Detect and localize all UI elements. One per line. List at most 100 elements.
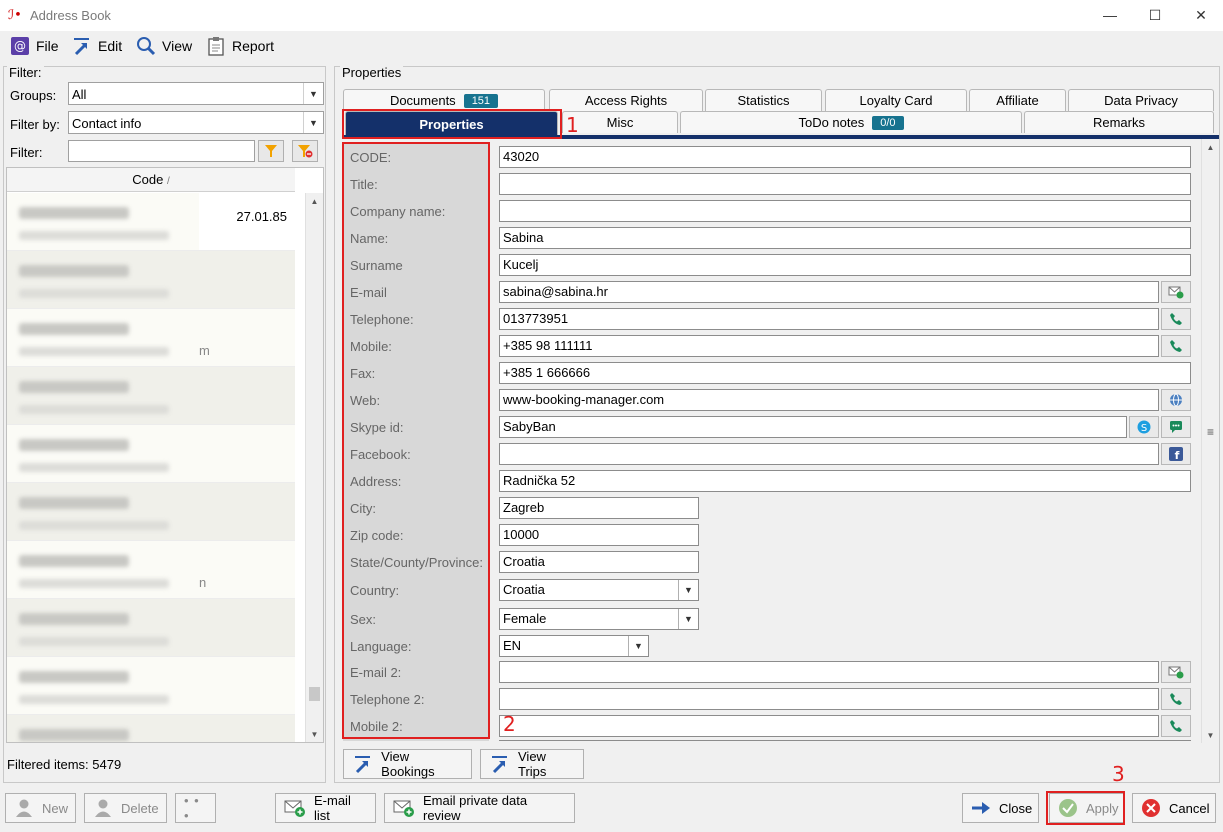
- phone-button[interactable]: [1161, 688, 1191, 710]
- email-add-button[interactable]: [1161, 281, 1191, 303]
- contacts-list[interactable]: Code / 27.01.85 m n ▲ ▼: [6, 167, 324, 743]
- web-field[interactable]: www-booking-manager.com: [499, 389, 1159, 411]
- surname-field[interactable]: Kucelj: [499, 254, 1191, 276]
- blurred-name: [19, 207, 129, 219]
- chevron-down-icon[interactable]: ▼: [628, 636, 648, 656]
- phone-icon: [1169, 692, 1183, 706]
- telephone-field[interactable]: 013773951: [499, 308, 1159, 330]
- scroll-thumb[interactable]: [309, 687, 320, 701]
- title-field[interactable]: [499, 173, 1191, 195]
- view-trips-button[interactable]: View Trips: [480, 749, 584, 779]
- facebook-field[interactable]: [499, 443, 1159, 465]
- menu-report[interactable]: Report: [206, 35, 274, 57]
- list-item[interactable]: [7, 251, 295, 309]
- scroll-up-icon[interactable]: ▲: [1202, 139, 1219, 155]
- list-scrollbar[interactable]: ▲ ▼: [305, 193, 323, 742]
- email-list-button[interactable]: E-mail list: [275, 793, 376, 823]
- fax-field[interactable]: +385 1 666666: [499, 362, 1191, 384]
- list-item[interactable]: [7, 599, 295, 657]
- email-add-button[interactable]: [1161, 661, 1191, 683]
- menu-view[interactable]: View: [136, 35, 192, 57]
- scroll-down-icon[interactable]: ▼: [1202, 727, 1219, 743]
- scroll-down-icon[interactable]: ▼: [306, 726, 323, 742]
- zip-code-field[interactable]: 10000: [499, 524, 699, 546]
- tab-remarks[interactable]: Remarks: [1024, 111, 1214, 133]
- chevron-down-icon[interactable]: ▼: [303, 112, 323, 133]
- chevron-down-icon[interactable]: ▼: [678, 609, 698, 629]
- new-label: New: [42, 800, 69, 816]
- next-field-partial[interactable]: [499, 740, 1191, 741]
- phone-button[interactable]: [1161, 308, 1191, 330]
- sex-select[interactable]: Female ▼: [499, 608, 699, 630]
- telephone-2-field[interactable]: [499, 688, 1159, 710]
- list-item[interactable]: [7, 657, 295, 715]
- company-name-field[interactable]: [499, 200, 1191, 222]
- close-icon[interactable]: ✕: [1178, 0, 1223, 31]
- address-field[interactable]: Radnička 52: [499, 470, 1191, 492]
- list-item[interactable]: [7, 367, 295, 425]
- phone-button[interactable]: [1161, 715, 1191, 737]
- tab-statistics[interactable]: Statistics: [705, 89, 822, 111]
- skype-id-field[interactable]: SabyBan: [499, 416, 1127, 438]
- skype-button[interactable]: S: [1129, 416, 1159, 438]
- filter-by-label: Filter by:: [10, 117, 60, 132]
- globe-button[interactable]: [1161, 389, 1191, 411]
- apply-filter-button[interactable]: [258, 140, 284, 162]
- delete-button[interactable]: Delete: [84, 793, 167, 823]
- list-item[interactable]: [7, 425, 295, 483]
- blurred-email: [19, 463, 169, 472]
- city-field[interactable]: Zagreb: [499, 497, 699, 519]
- row-email-tail: m: [199, 343, 210, 358]
- menu-file[interactable]: @ File: [10, 35, 59, 57]
- tab-misc-label: Misc: [606, 115, 634, 130]
- city-value: Zagreb: [503, 500, 545, 515]
- new-button[interactable]: New: [5, 793, 76, 823]
- e-mail-2-field[interactable]: [499, 661, 1159, 683]
- edit-arrow-icon: [352, 754, 373, 774]
- list-item[interactable]: m: [7, 309, 295, 367]
- tab-data-privacy[interactable]: Data Privacy: [1068, 89, 1214, 111]
- email-private-data-button[interactable]: Email private data review: [384, 793, 575, 823]
- country-select[interactable]: Croatia ▼: [499, 579, 699, 601]
- cancel-button[interactable]: Cancel: [1132, 793, 1216, 823]
- list-item[interactable]: [7, 715, 295, 742]
- tab-data-privacy-label: Data Privacy: [1104, 93, 1178, 108]
- form-scrollbar[interactable]: ▲ ≡ ▼: [1201, 139, 1219, 743]
- close-button[interactable]: Close: [962, 793, 1039, 823]
- list-item[interactable]: n: [7, 541, 295, 599]
- filter-input[interactable]: [68, 140, 255, 162]
- maximize-icon[interactable]: ☐: [1132, 0, 1178, 31]
- list-item[interactable]: [7, 483, 295, 541]
- delete-label: Delete: [121, 800, 159, 816]
- language-select[interactable]: EN ▼: [499, 635, 649, 657]
- tab-misc[interactable]: Misc: [562, 111, 678, 133]
- list-item[interactable]: 27.01.85: [7, 193, 295, 251]
- code-column-header[interactable]: Code /: [7, 168, 295, 192]
- menu-file-label: File: [36, 38, 59, 54]
- mobile-field[interactable]: +385 98 111111: [499, 335, 1159, 357]
- chat-button[interactable]: [1161, 416, 1191, 438]
- scroll-grip-icon[interactable]: ≡: [1202, 424, 1219, 440]
- e-mail-field[interactable]: sabina@sabina.hr: [499, 281, 1159, 303]
- tab-todo-notes[interactable]: ToDo notes 0/0: [680, 111, 1022, 133]
- tab-affiliate[interactable]: Affiliate: [969, 89, 1066, 111]
- code-field[interactable]: 43020: [499, 146, 1191, 168]
- filter-by-select[interactable]: Contact info ▼: [68, 111, 324, 134]
- chevron-down-icon[interactable]: ▼: [303, 83, 323, 104]
- chevron-down-icon[interactable]: ▼: [678, 580, 698, 600]
- name-field[interactable]: Sabina: [499, 227, 1191, 249]
- clear-filter-button[interactable]: [292, 140, 318, 162]
- tab-loyalty-card[interactable]: Loyalty Card: [825, 89, 967, 111]
- view-bookings-button[interactable]: View Bookings: [343, 749, 472, 779]
- minimize-icon[interactable]: —: [1087, 0, 1133, 31]
- more-button[interactable]: • • •: [175, 793, 216, 823]
- scroll-up-icon[interactable]: ▲: [306, 193, 323, 209]
- groups-select[interactable]: All ▼: [68, 82, 324, 105]
- menu-edit[interactable]: Edit: [72, 35, 122, 57]
- state-county-province-field[interactable]: Croatia: [499, 551, 699, 573]
- facebook-button[interactable]: f: [1161, 443, 1191, 465]
- tab-access-rights[interactable]: Access Rights: [549, 89, 703, 111]
- tab-documents[interactable]: Documents 151: [343, 89, 545, 111]
- phone-button[interactable]: [1161, 335, 1191, 357]
- mobile-2-field[interactable]: [499, 715, 1159, 737]
